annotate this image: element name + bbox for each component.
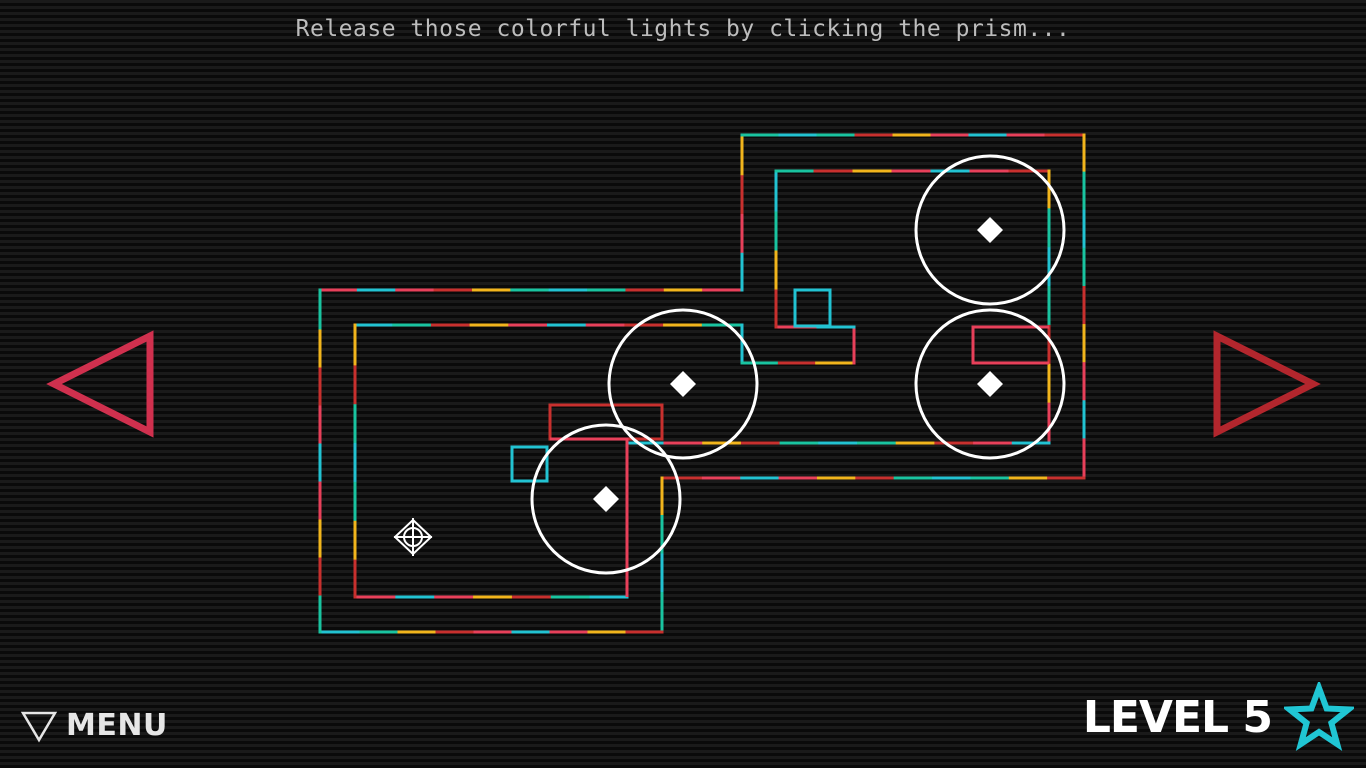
prism-crosshair-icon[interactable] <box>393 518 433 556</box>
triangle-down-icon <box>20 711 58 742</box>
level-walls <box>318 133 1086 634</box>
prev-level-button[interactable] <box>44 328 158 440</box>
red-block <box>548 403 664 441</box>
menu-label: MENU <box>66 708 168 743</box>
cyan-block <box>793 288 832 328</box>
star-outline-icon[interactable] <box>1284 682 1354 752</box>
diamond-icon <box>977 217 1003 243</box>
red-hook-wall <box>971 325 1049 365</box>
diamond-icon <box>670 371 696 397</box>
diamond-icon <box>977 371 1003 397</box>
menu-button[interactable]: MENU <box>20 708 168 743</box>
rotator[interactable] <box>530 423 682 575</box>
rotator[interactable] <box>914 154 1066 306</box>
level-indicator: LEVEL 5 <box>1083 682 1354 752</box>
rotator[interactable] <box>607 308 759 460</box>
level-board <box>318 133 1086 634</box>
triangle-right-icon <box>1213 330 1321 438</box>
rotator[interactable] <box>914 308 1066 460</box>
level-label: LEVEL 5 <box>1082 691 1273 743</box>
triangle-left-icon <box>46 330 154 438</box>
game-stage: Release those colorful lights by clickin… <box>0 0 1366 768</box>
next-level-button[interactable] <box>1208 328 1322 440</box>
diamond-icon <box>593 486 619 512</box>
